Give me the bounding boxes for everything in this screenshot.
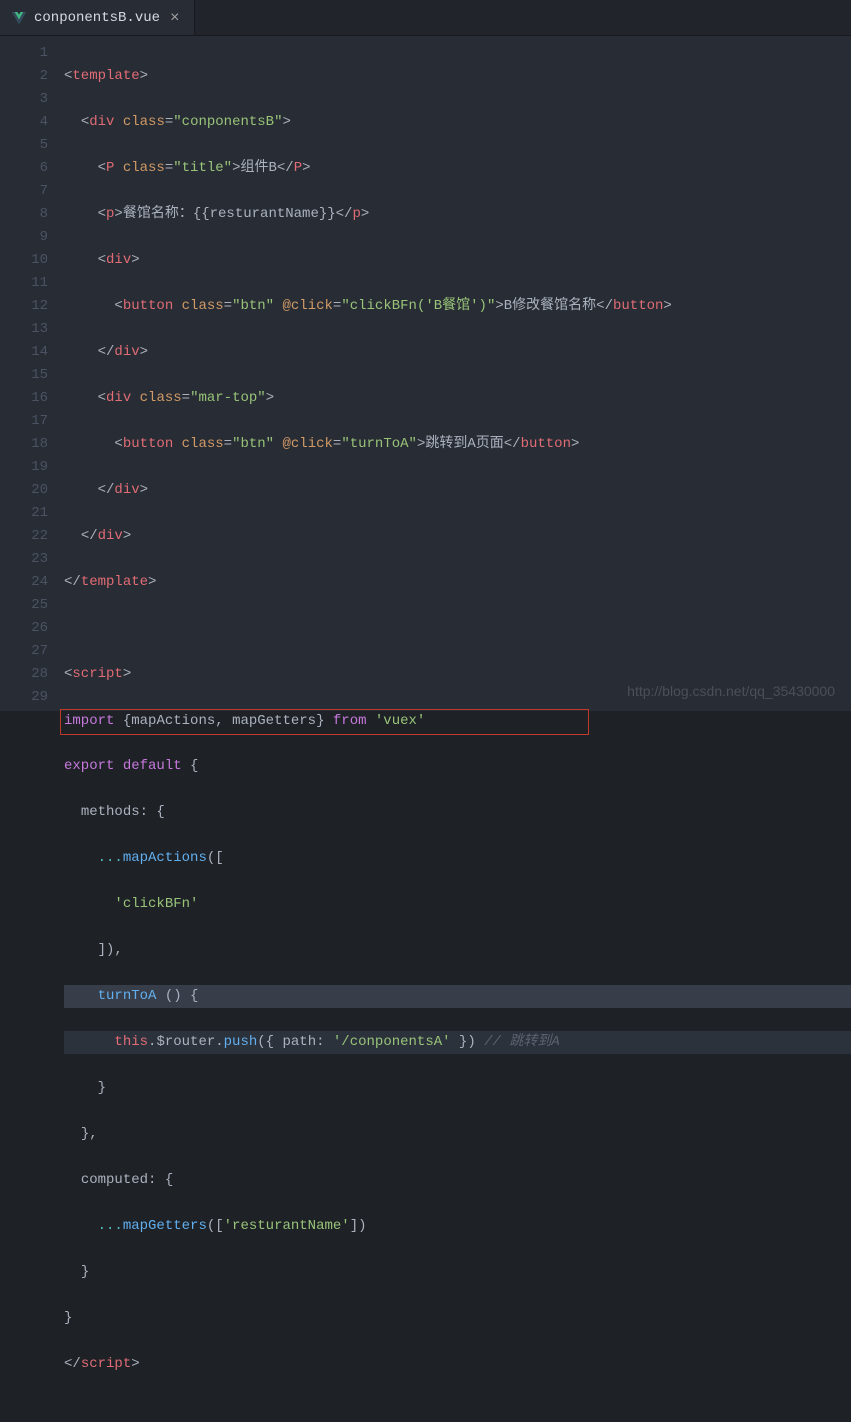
code-line: <P class="title">组件B</P>: [64, 157, 851, 180]
line-number: 3: [0, 88, 48, 111]
code-line: methods: {: [64, 801, 851, 824]
line-number: 8: [0, 203, 48, 226]
code-line: import {mapActions, mapGetters} from 'vu…: [64, 709, 851, 732]
code-line: <p>餐馆名称：{{resturantName}}</p>: [64, 203, 851, 226]
code-line: </template>: [64, 571, 851, 594]
code-line: </div>: [64, 525, 851, 548]
code-line: <script>: [64, 663, 851, 686]
code-line: <div class="mar-top">: [64, 387, 851, 410]
code-line: ...mapActions([: [64, 847, 851, 870]
code-line: </div>: [64, 341, 851, 364]
tab-bar: conponentsB.vue ×: [0, 0, 851, 36]
code-line: computed: {: [64, 1169, 851, 1192]
line-number: 26: [0, 617, 48, 640]
code-editor[interactable]: 1 2 3 4 5 6 7 8 9 10 11 12 13 14 15 16 1…: [0, 36, 851, 711]
line-number: 27: [0, 640, 48, 663]
code-line: </div>: [64, 479, 851, 502]
code-line: </script>: [64, 1353, 851, 1376]
line-number: 1: [0, 42, 48, 65]
line-number: 2: [0, 65, 48, 88]
line-number: 13: [0, 318, 48, 341]
line-number: 17: [0, 410, 48, 433]
line-number: 4: [0, 111, 48, 134]
code-line: }: [64, 1077, 851, 1100]
code-line: <div class="conponentsB">: [64, 111, 851, 134]
code-line: }: [64, 1261, 851, 1284]
line-number: 11: [0, 272, 48, 295]
code-line: <button class="btn" @click="turnToA">跳转到…: [64, 433, 851, 456]
code-line: <template>: [64, 65, 851, 88]
code-line: this.$router.push({ path: '/conponentsA'…: [64, 1031, 851, 1054]
line-number: 24: [0, 571, 48, 594]
line-number: 15: [0, 364, 48, 387]
line-number: 28: [0, 663, 48, 686]
line-number: 19: [0, 456, 48, 479]
line-number-gutter: 1 2 3 4 5 6 7 8 9 10 11 12 13 14 15 16 1…: [0, 36, 64, 711]
line-number: 20: [0, 479, 48, 502]
code-line: },: [64, 1123, 851, 1146]
tab-title: conponentsB.vue: [34, 10, 160, 26]
line-number: 29: [0, 686, 48, 709]
close-icon[interactable]: ×: [168, 9, 182, 27]
line-number: 5: [0, 134, 48, 157]
line-number: 18: [0, 433, 48, 456]
code-line: <button class="btn" @click="clickBFn('B餐…: [64, 295, 851, 318]
code-line: ]),: [64, 939, 851, 962]
line-number: 10: [0, 249, 48, 272]
tab-active[interactable]: conponentsB.vue ×: [0, 0, 195, 35]
code-line: turnToA () {: [64, 985, 851, 1008]
code-line: [64, 617, 851, 640]
line-number: 23: [0, 548, 48, 571]
line-number: 21: [0, 502, 48, 525]
code-line: }: [64, 1307, 851, 1330]
code-area[interactable]: <template> <div class="conponentsB"> <P …: [64, 36, 851, 711]
code-line: <div>: [64, 249, 851, 272]
code-line: ...mapGetters(['resturantName']): [64, 1215, 851, 1238]
line-number: 6: [0, 157, 48, 180]
line-number: 9: [0, 226, 48, 249]
line-number: 25: [0, 594, 48, 617]
line-number: 22: [0, 525, 48, 548]
line-number: 14: [0, 341, 48, 364]
line-number: 16: [0, 387, 48, 410]
highlight-box: import {mapActions, mapGetters} from 'vu…: [60, 709, 589, 735]
line-number: 12: [0, 295, 48, 318]
vue-logo-icon: [12, 11, 26, 25]
code-line: 'clickBFn': [64, 893, 851, 916]
line-number: 7: [0, 180, 48, 203]
code-line: export default {: [64, 755, 851, 778]
